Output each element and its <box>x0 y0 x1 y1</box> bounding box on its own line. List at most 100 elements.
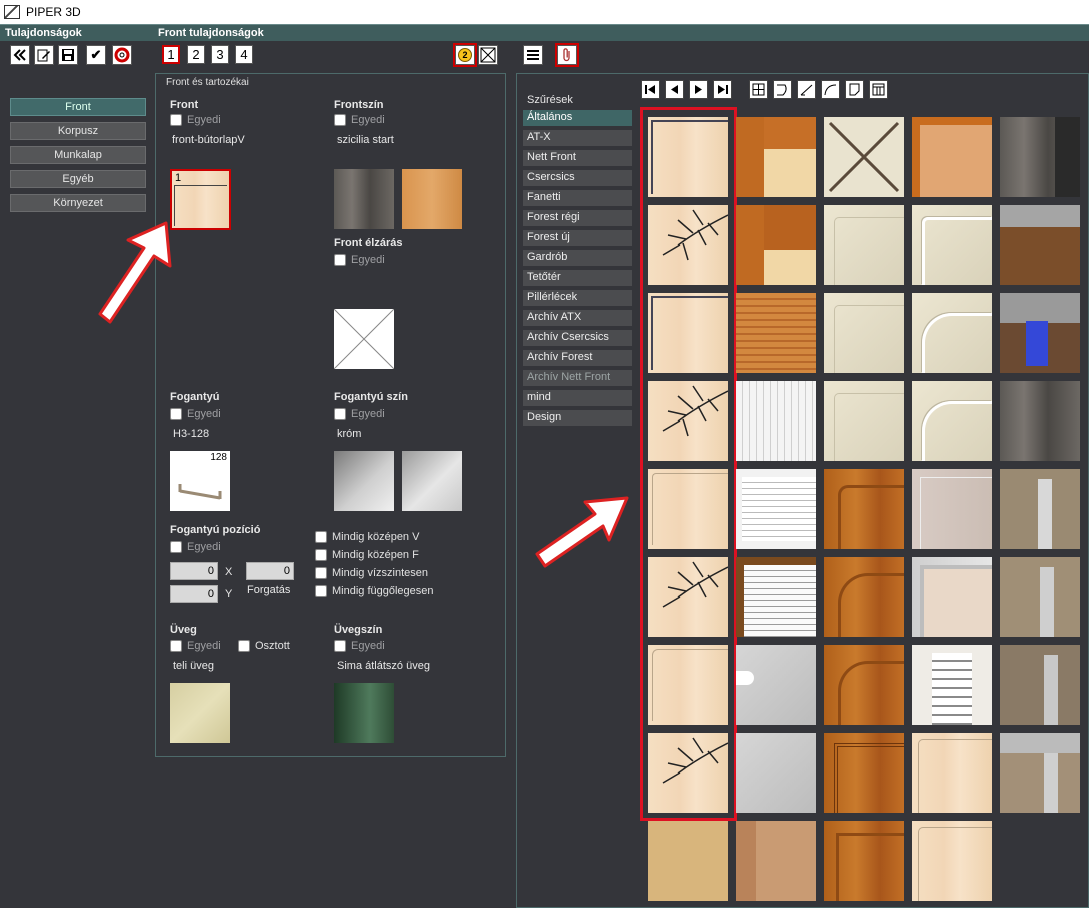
gallery-tile[interactable] <box>736 733 816 813</box>
gallery-tile[interactable] <box>1000 117 1080 197</box>
glass-color-thumbnail[interactable] <box>334 683 394 743</box>
gallery-tile[interactable] <box>912 381 992 461</box>
option-center-top-checkbox[interactable]: Mindig középen F <box>315 549 419 561</box>
gallery-tile[interactable] <box>736 469 816 549</box>
gallery-tile[interactable] <box>912 733 992 813</box>
glass-divided-checkbox[interactable]: Osztott <box>238 640 290 652</box>
gallery-tile[interactable] <box>648 821 728 901</box>
filter-tetoter[interactable]: Tetőtér <box>523 270 632 286</box>
prev-page-button[interactable] <box>665 80 684 99</box>
profile-button[interactable] <box>869 80 888 99</box>
nav-korpusz[interactable]: Korpusz <box>10 122 146 140</box>
filter-mind[interactable]: mind <box>523 390 632 406</box>
edge-curve-button[interactable] <box>821 80 840 99</box>
save-button[interactable] <box>58 45 78 65</box>
gallery-tile[interactable] <box>1000 293 1080 373</box>
nav-front[interactable]: Front <box>10 98 146 116</box>
nav-egyeb[interactable]: Egyéb <box>10 170 146 188</box>
front-thumbnail[interactable]: 1 <box>170 169 231 230</box>
clear-button[interactable] <box>478 45 498 65</box>
filter-fanetti[interactable]: Fanetti <box>523 190 632 206</box>
filter-pillerlecek[interactable]: Pillérlécek <box>523 290 632 306</box>
help-button[interactable] <box>112 45 132 65</box>
handle-rotation-input[interactable]: 0 <box>246 562 294 580</box>
gallery-tile[interactable] <box>912 821 992 901</box>
glass-custom-checkbox[interactable]: Egyedi <box>170 640 221 652</box>
confirm-button[interactable]: ✔ <box>86 45 106 65</box>
gallery-tile[interactable] <box>1000 381 1080 461</box>
list-view-button[interactable] <box>523 45 543 65</box>
handle-thumbnail[interactable]: 128 <box>170 451 230 511</box>
handle-position-custom-checkbox[interactable]: Egyedi <box>170 541 221 553</box>
glass-color-custom-checkbox[interactable]: Egyedi <box>334 640 385 652</box>
filter-archiv-csercsics[interactable]: Archív Csercsics <box>523 330 632 346</box>
front-color-thumb-1[interactable] <box>334 169 394 229</box>
gallery-tile[interactable] <box>736 293 816 373</box>
gallery-tile[interactable] <box>1000 557 1080 637</box>
gallery-tile[interactable] <box>736 205 816 285</box>
gallery-tile[interactable] <box>736 821 816 901</box>
filter-forest-regi[interactable]: Forest régi <box>523 210 632 226</box>
gallery-tile[interactable] <box>736 117 816 197</box>
handle-color-thumb-1[interactable] <box>334 451 394 511</box>
gallery-tile[interactable] <box>824 293 904 373</box>
gallery-tile[interactable] <box>824 117 904 197</box>
gallery-tile[interactable] <box>824 381 904 461</box>
attach-button[interactable] <box>555 43 579 67</box>
handle-x-input[interactable]: 0 <box>170 562 218 580</box>
tab-2[interactable]: 2 <box>187 45 205 64</box>
front-color-custom-checkbox[interactable]: Egyedi <box>334 114 385 126</box>
tab-4[interactable]: 4 <box>235 45 253 64</box>
option-center-vertical-checkbox[interactable]: Mindig középen V <box>315 531 419 543</box>
front-edge-thumbnail[interactable] <box>333 308 395 370</box>
document-corner-button[interactable] <box>845 80 864 99</box>
handle-color-thumb-2[interactable] <box>402 451 462 511</box>
tab-1[interactable]: 1 <box>162 45 180 64</box>
gallery-tile[interactable] <box>912 117 992 197</box>
gallery-tile[interactable] <box>736 381 816 461</box>
gallery-tile[interactable] <box>1000 733 1080 813</box>
grid-view-button[interactable] <box>749 80 768 99</box>
gallery-tile[interactable] <box>824 821 904 901</box>
handle-y-input[interactable]: 0 <box>170 585 218 603</box>
handle-custom-checkbox[interactable]: Egyedi <box>170 408 221 420</box>
filter-archiv-atx[interactable]: Archív ATX <box>523 310 632 326</box>
gallery-tile[interactable] <box>824 469 904 549</box>
filter-gardrob[interactable]: Gardrób <box>523 250 632 266</box>
edge-slope-button[interactable] <box>797 80 816 99</box>
edit-button[interactable] <box>34 45 54 65</box>
collapse-left-button[interactable] <box>10 45 30 65</box>
gallery-tile[interactable] <box>912 293 992 373</box>
edge-round-button[interactable] <box>773 80 792 99</box>
nav-munkalap[interactable]: Munkalap <box>10 146 146 164</box>
gallery-tile[interactable] <box>736 645 816 725</box>
nav-kornyezet[interactable]: Környezet <box>10 194 146 212</box>
filter-csercsics[interactable]: Csercsics <box>523 170 632 186</box>
glass-thumbnail[interactable] <box>170 683 230 743</box>
filter-design[interactable]: Design <box>523 410 632 426</box>
next-page-button[interactable] <box>689 80 708 99</box>
filter-forest-uj[interactable]: Forest új <box>523 230 632 246</box>
filter-nett-front[interactable]: Nett Front <box>523 150 632 166</box>
gallery-tile[interactable] <box>1000 469 1080 549</box>
gallery-tile[interactable] <box>912 645 992 725</box>
gallery-tile[interactable] <box>824 205 904 285</box>
gallery-tile[interactable] <box>912 469 992 549</box>
filter-archiv-forest[interactable]: Archív Forest <box>523 350 632 366</box>
handle-color-custom-checkbox[interactable]: Egyedi <box>334 408 385 420</box>
gallery-tile[interactable] <box>912 205 992 285</box>
option-horizontal-checkbox[interactable]: Mindig vízszintesen <box>315 567 428 579</box>
tab-3[interactable]: 3 <box>211 45 229 64</box>
first-page-button[interactable] <box>641 80 660 99</box>
filter-altalanos[interactable]: Általános <box>523 110 632 126</box>
gallery-tile[interactable] <box>1000 205 1080 285</box>
filter-archiv-nett-front[interactable]: Archív Nett Front <box>523 370 632 386</box>
gallery-tile[interactable] <box>824 557 904 637</box>
last-page-button[interactable] <box>713 80 732 99</box>
gallery-tile[interactable] <box>824 733 904 813</box>
front-custom-checkbox[interactable]: Egyedi <box>170 114 221 126</box>
help-number-button[interactable]: 2 <box>453 43 477 67</box>
gallery-tile[interactable] <box>736 557 816 637</box>
front-edge-custom-checkbox[interactable]: Egyedi <box>334 254 385 266</box>
gallery-tile[interactable] <box>824 645 904 725</box>
